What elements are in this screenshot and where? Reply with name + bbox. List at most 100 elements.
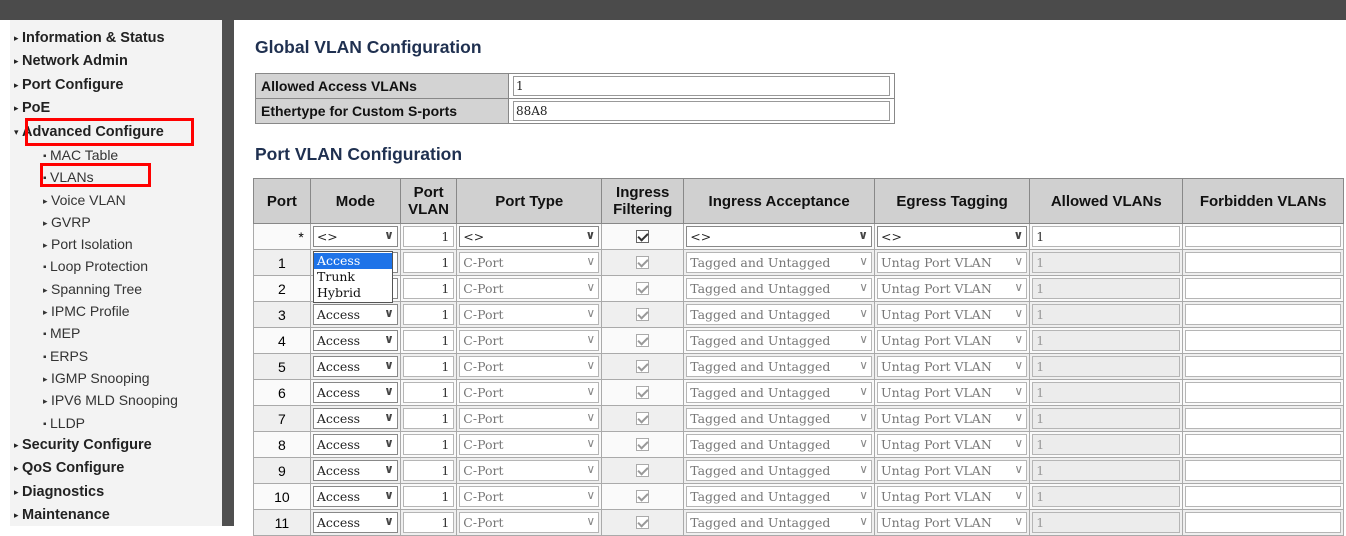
ingress-filtering-checkbox[interactable] xyxy=(636,282,650,295)
sidebar-item-qos-configure[interactable]: ▸ QoS Configure xyxy=(10,457,222,480)
forbidden-vlans-input[interactable] xyxy=(1185,486,1341,507)
port-vlan-input[interactable]: 1 xyxy=(402,434,455,455)
port-vlan-input[interactable]: 1 xyxy=(402,356,455,377)
sidebar-item-diagnostics[interactable]: ▸ Diagnostics xyxy=(10,481,222,504)
allowed-vlans-input[interactable]: 1 xyxy=(1032,304,1181,325)
port-type-select[interactable]: C-Port ∨ xyxy=(459,278,600,299)
allowed-vlans-input[interactable]: 1 xyxy=(1032,512,1181,533)
port-vlan-input[interactable]: 1 xyxy=(402,304,455,325)
forbidden-vlans-input[interactable] xyxy=(1185,278,1341,299)
egress-tagging-select[interactable]: Untag Port VLAN ∨ xyxy=(877,460,1028,481)
mode-select[interactable]: Access ∨ xyxy=(312,356,398,377)
ingress-filtering-checkbox[interactable] xyxy=(636,438,650,451)
mode-option-trunk[interactable]: Trunk xyxy=(314,269,392,285)
mode-dropdown-list[interactable]: Access Trunk Hybrid xyxy=(313,251,393,303)
ingress-filtering-checkbox[interactable] xyxy=(636,334,650,347)
mode-select[interactable]: Access ∨ xyxy=(312,434,398,455)
sidebar-item-spanning-tree[interactable]: ▸ Spanning Tree xyxy=(10,278,222,300)
ingress-acceptance-select[interactable]: Tagged and Untagged ∨ xyxy=(686,460,873,481)
ingress-filtering-checkbox[interactable] xyxy=(636,490,650,503)
port-type-select[interactable]: C-Port ∨ xyxy=(459,252,600,273)
allowed-vlans-input[interactable]: 1 xyxy=(1032,382,1181,403)
allowed-vlans-input[interactable]: 1 xyxy=(1032,486,1181,507)
sidebar-item-igmp-snooping[interactable]: ▸ IGMP Snooping xyxy=(10,367,222,389)
sidebar-item-poe[interactable]: ▸ PoE xyxy=(10,97,222,120)
ingress-filtering-checkbox[interactable] xyxy=(636,464,650,477)
ingress-filtering-checkbox[interactable] xyxy=(636,412,650,425)
port-type-select[interactable]: C-Port ∨ xyxy=(459,486,600,507)
port-vlan-input[interactable]: 1 xyxy=(402,252,455,273)
ingress-acceptance-select[interactable]: Tagged and Untagged ∨ xyxy=(686,304,873,325)
forbidden-vlans-input[interactable] xyxy=(1185,460,1341,481)
egress-tagging-select[interactable]: Untag Port VLAN ∨ xyxy=(877,486,1028,507)
allowed-vlans-input[interactable]: 1 xyxy=(1032,460,1181,481)
egress-tagging-select[interactable]: Untag Port VLAN ∨ xyxy=(877,278,1028,299)
port-vlan-input[interactable]: 1 xyxy=(402,460,455,481)
ingress-filtering-checkbox[interactable] xyxy=(636,256,650,269)
sidebar-item-gvrp[interactable]: ▸ GVRP xyxy=(10,211,222,233)
port-type-select[interactable]: C-Port ∨ xyxy=(459,304,600,325)
mode-select[interactable]: Access ∨ xyxy=(312,408,398,429)
forbidden-vlans-input[interactable] xyxy=(1185,512,1341,533)
ingress-acceptance-select[interactable]: Tagged and Untagged ∨ xyxy=(686,356,873,377)
ingress-acceptance-select[interactable]: Tagged and Untagged ∨ xyxy=(686,512,873,533)
egress-tagging-select[interactable]: Untag Port VLAN ∨ xyxy=(877,252,1028,273)
sidebar-item-advanced-configure[interactable]: ▾ Advanced Configure xyxy=(10,121,222,144)
allowed-vlans-input[interactable]: 1 xyxy=(1032,330,1181,351)
allowed-vlans-input[interactable]: 1 xyxy=(1032,408,1181,429)
forbidden-vlans-input[interactable] xyxy=(1185,304,1341,325)
egress-tagging-select[interactable]: Untag Port VLAN ∨ xyxy=(877,512,1028,533)
port-vlan-input[interactable]: 1 xyxy=(402,330,455,351)
ingress-filtering-checkbox[interactable] xyxy=(636,360,650,373)
sidebar-item-security-configure[interactable]: ▸ Security Configure xyxy=(10,434,222,457)
allowed-vlans-input[interactable]: 1 xyxy=(1032,226,1181,247)
ingress-acceptance-select[interactable]: Tagged and Untagged ∨ xyxy=(686,278,873,299)
port-type-select[interactable]: <> ∨ xyxy=(459,226,600,247)
ingress-filtering-checkbox[interactable] xyxy=(636,516,650,529)
allowed-vlans-input[interactable]: 1 xyxy=(1032,252,1181,273)
ingress-acceptance-select[interactable]: Tagged and Untagged ∨ xyxy=(686,486,873,507)
allowed-vlans-input[interactable]: 1 xyxy=(1032,434,1181,455)
ingress-filtering-checkbox[interactable] xyxy=(636,308,650,321)
egress-tagging-select[interactable]: Untag Port VLAN ∨ xyxy=(877,304,1028,325)
sidebar-item-port-configure[interactable]: ▸ Port Configure xyxy=(10,74,222,97)
port-vlan-input[interactable]: 1 xyxy=(402,226,455,247)
mode-select[interactable]: Access ∨ xyxy=(312,460,398,481)
ingress-acceptance-select[interactable]: Tagged and Untagged ∨ xyxy=(686,382,873,403)
port-type-select[interactable]: C-Port ∨ xyxy=(459,408,600,429)
port-type-select[interactable]: C-Port ∨ xyxy=(459,434,600,455)
allowed-access-vlans-input[interactable]: 1 xyxy=(513,76,890,96)
ingress-filtering-checkbox[interactable] xyxy=(636,386,650,399)
ingress-acceptance-select[interactable]: Tagged and Untagged ∨ xyxy=(686,408,873,429)
port-type-select[interactable]: C-Port ∨ xyxy=(459,460,600,481)
port-type-select[interactable]: C-Port ∨ xyxy=(459,330,600,351)
egress-tagging-select[interactable]: Untag Port VLAN ∨ xyxy=(877,356,1028,377)
sidebar-item-voice-vlan[interactable]: ▸ Voice VLAN xyxy=(10,189,222,211)
sidebar-item-vlans[interactable]: ▪ VLANs xyxy=(10,166,222,188)
sidebar-item-lldp[interactable]: ▪ LLDP xyxy=(10,412,222,434)
sidebar-item-erps[interactable]: ▪ ERPS xyxy=(10,345,222,367)
mode-select[interactable]: Access ∨ xyxy=(312,512,398,533)
port-type-select[interactable]: C-Port ∨ xyxy=(459,356,600,377)
forbidden-vlans-input[interactable] xyxy=(1185,408,1341,429)
egress-tagging-select[interactable]: Untag Port VLAN ∨ xyxy=(877,330,1028,351)
ethertype-input[interactable]: 88A8 xyxy=(513,101,890,121)
mode-select[interactable]: Access ∨ xyxy=(312,486,398,507)
port-vlan-input[interactable]: 1 xyxy=(402,408,455,429)
sidebar-item-information-status[interactable]: ▸ Information & Status xyxy=(10,27,222,50)
mode-select[interactable]: <> ∨ xyxy=(312,226,398,247)
mode-select[interactable]: Access ∨ xyxy=(312,304,398,325)
port-type-select[interactable]: C-Port ∨ xyxy=(459,512,600,533)
sidebar-item-mac-table[interactable]: ▪ MAC Table xyxy=(10,144,222,166)
egress-tagging-select[interactable]: Untag Port VLAN ∨ xyxy=(877,408,1028,429)
port-vlan-input[interactable]: 1 xyxy=(402,382,455,403)
sidebar-item-network-admin[interactable]: ▸ Network Admin xyxy=(10,50,222,73)
egress-tagging-select[interactable]: Untag Port VLAN ∨ xyxy=(877,434,1028,455)
ingress-acceptance-select[interactable]: <> ∨ xyxy=(686,226,873,247)
mode-option-access[interactable]: Access xyxy=(314,253,392,269)
port-type-select[interactable]: C-Port ∨ xyxy=(459,382,600,403)
sidebar-item-maintenance[interactable]: ▸ Maintenance xyxy=(10,504,222,527)
sidebar-item-mep[interactable]: ▪ MEP xyxy=(10,322,222,344)
egress-tagging-select[interactable]: <> ∨ xyxy=(877,226,1028,247)
forbidden-vlans-input[interactable] xyxy=(1185,226,1341,247)
